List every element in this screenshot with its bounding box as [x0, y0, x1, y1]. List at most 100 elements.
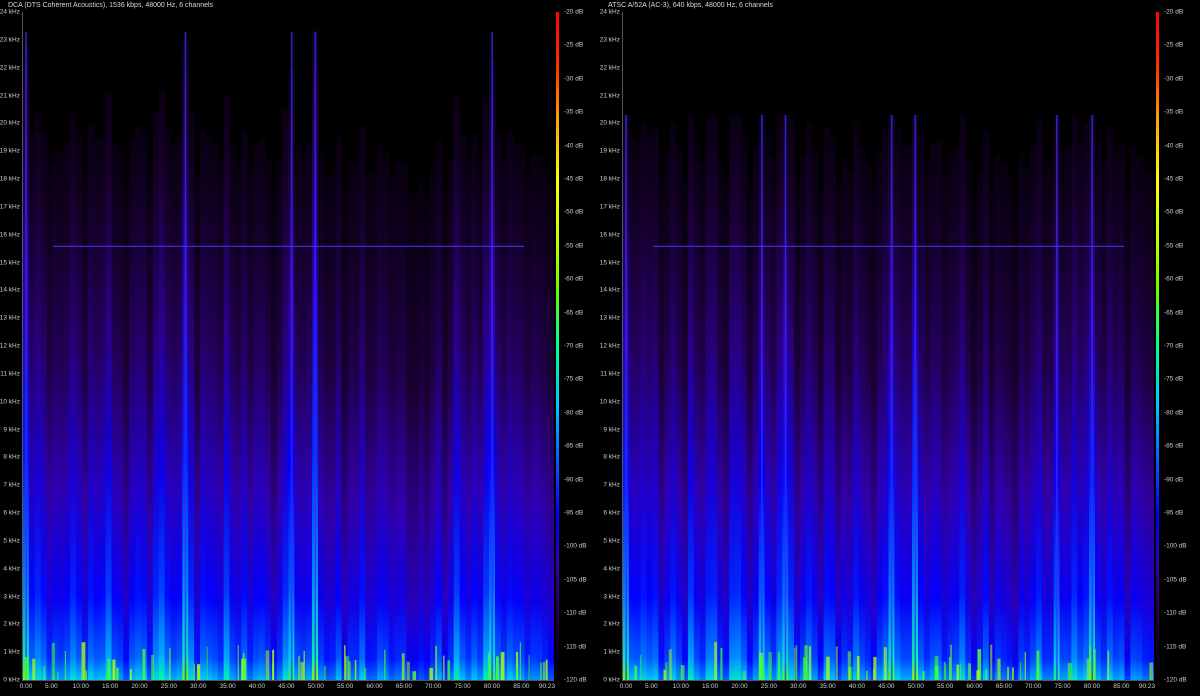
spectrum-column — [176, 136, 183, 680]
spectrum-column — [1000, 165, 1008, 680]
spectrum-column — [542, 170, 549, 680]
spectrum-column — [1047, 161, 1055, 680]
x-tick-label: 70:00 — [1025, 683, 1042, 690]
x-tick-label: 35:00 — [219, 683, 236, 690]
frequency-axis: 0 kHz 1 kHz 2 kHz 3 kHz 4 kHz 5 kHz 6 kHz 7 kHz… — [0, 9, 22, 684]
spectrum-column — [512, 143, 520, 680]
spectrogram-plot — [22, 12, 554, 681]
low-frequency-burst — [968, 663, 971, 680]
spectrum-column — [634, 139, 642, 680]
low-frequency-burst — [759, 657, 763, 680]
low-frequency-burst — [206, 646, 208, 680]
low-frequency-burst — [1012, 667, 1014, 680]
db-tick-label: -40 dB — [1164, 142, 1184, 150]
spectrum-column — [335, 136, 343, 680]
spectrum-column — [988, 189, 996, 680]
db-tick-label: -75 dB — [564, 375, 584, 383]
low-frequency-burst — [107, 659, 111, 680]
spectrum-column — [135, 125, 142, 680]
spectrum-column — [982, 130, 990, 680]
low-frequency-burst — [1020, 662, 1022, 680]
db-tick-label: -20 dB — [1164, 8, 1184, 16]
low-frequency-burst — [406, 661, 410, 680]
spectrum-column — [800, 154, 807, 680]
low-frequency-burst — [857, 656, 860, 680]
spectrum-column — [406, 193, 413, 680]
spectrum-column — [894, 127, 901, 680]
db-tick-label: -35 dB — [1164, 108, 1184, 116]
db-tick-label: -115 dB — [1164, 643, 1187, 651]
db-scale: -20 dB -25 dB -30 dB -35 dB -40 dB -45 dB -50 … — [562, 9, 600, 684]
spectrum-column — [129, 138, 136, 680]
spectrum-column — [693, 145, 701, 680]
spectrum-column — [1124, 194, 1131, 680]
spectrum-column — [365, 175, 372, 680]
spectrum-column — [459, 136, 467, 680]
spectrum-column — [394, 163, 402, 680]
spectrum-column — [853, 122, 860, 680]
x-tick-label: 35:00 — [819, 683, 836, 690]
x-tick-label: 75:00 — [454, 683, 471, 690]
spectrum-column — [670, 122, 677, 680]
spectrum-column — [229, 146, 236, 680]
spectrum-column — [371, 172, 378, 680]
spectrum-column — [341, 194, 349, 680]
low-frequency-burst — [949, 657, 951, 680]
spectrum-column — [1030, 144, 1037, 680]
db-tick-label: -105 dB — [1164, 576, 1187, 584]
spectrum-column — [93, 138, 101, 680]
spectrum-column — [652, 125, 659, 680]
x-tick-label: 45:00 — [878, 683, 895, 690]
spectrum-column — [52, 146, 59, 680]
low-frequency-burst — [303, 651, 305, 680]
y-tick-label: 13 kHz — [599, 314, 620, 322]
low-frequency-burst — [795, 645, 798, 680]
low-frequency-burst — [640, 655, 642, 680]
y-tick-label: 2 kHz — [3, 620, 20, 628]
spectrum-column — [530, 154, 537, 680]
spectrum-column — [276, 158, 284, 680]
spectrum-column — [1095, 141, 1102, 680]
low-frequency-burst — [542, 662, 546, 680]
db-tick-label: -25 dB — [564, 41, 584, 49]
db-tick-label: -90 dB — [1164, 476, 1184, 484]
chart-title: ATSC A/52A (AC-3), 640 kbps, 48000 Hz, 6… — [608, 2, 773, 9]
spectrum-column — [259, 137, 266, 680]
y-tick-label: 11 kHz — [600, 370, 620, 378]
db-tick-label: -55 dB — [564, 242, 584, 250]
low-frequency-burst — [500, 652, 505, 680]
low-frequency-burst — [298, 655, 300, 680]
spectrum-column — [1036, 119, 1043, 680]
db-tick-label: -105 dB — [564, 576, 587, 584]
tone-line — [653, 245, 1124, 247]
spectrum-column — [729, 115, 736, 680]
y-tick-label: 11 kHz — [0, 370, 20, 378]
y-tick-label: 0 kHz — [603, 676, 620, 684]
spectrum-column — [1012, 199, 1019, 680]
low-frequency-burst — [714, 642, 717, 680]
spectrum-column — [217, 161, 225, 680]
x-tick-label: 85:00 — [513, 683, 530, 690]
y-tick-label: 24 kHz — [599, 8, 620, 16]
time-axis: 0:00 5:00 10:00 15:00 20:00 25:00 30:00 35:00 40… — [620, 683, 1155, 695]
db-tick-label: -70 dB — [1164, 342, 1184, 350]
spectrum-column — [640, 122, 648, 680]
spectrum-column — [164, 128, 172, 680]
low-frequency-burst — [116, 667, 119, 680]
x-tick-label: 85:00 — [1113, 683, 1130, 690]
x-tick-label: 50:00 — [307, 683, 324, 690]
spectrum-column — [929, 142, 937, 680]
y-tick-label: 13 kHz — [0, 314, 20, 322]
y-tick-label: 4 kHz — [603, 565, 620, 573]
low-frequency-burst — [922, 671, 925, 680]
spectrum-column — [994, 154, 1002, 680]
low-frequency-burst — [435, 645, 437, 680]
spectrum-column — [141, 131, 148, 680]
low-frequency-burst — [794, 647, 796, 680]
spectrum-column — [34, 111, 42, 680]
colorbar — [556, 12, 559, 680]
x-tick-label: 20:00 — [131, 683, 148, 690]
spectrum-column — [536, 157, 543, 680]
spectrum-column — [741, 134, 748, 680]
y-tick-label: 8 kHz — [3, 453, 20, 461]
